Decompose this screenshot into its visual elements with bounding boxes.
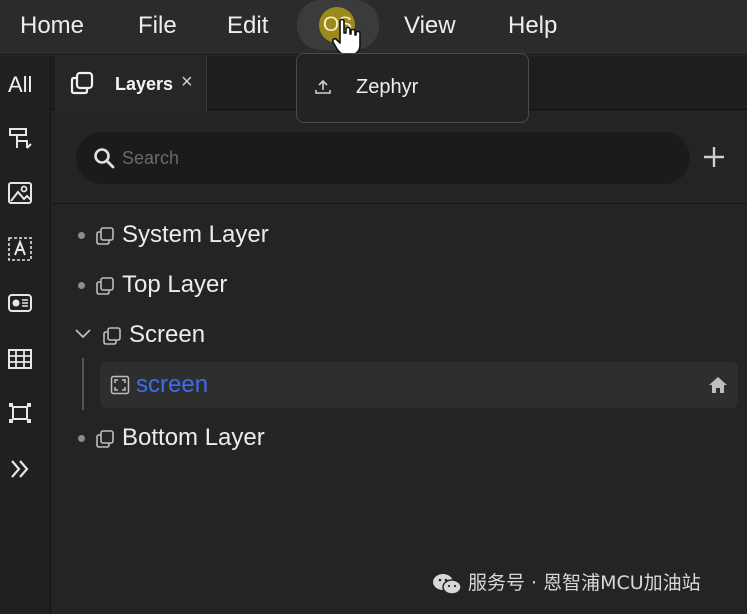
- table-icon[interactable]: [7, 346, 33, 372]
- tree-item-label: Top Layer: [122, 271, 228, 298]
- upload-icon: [315, 79, 331, 94]
- menu-bar: Home File Edit OS View Help: [0, 0, 747, 55]
- divider: [51, 203, 747, 204]
- bullet-dot: [78, 232, 85, 239]
- tree-item-label: System Layer: [122, 221, 269, 248]
- menu-file[interactable]: File: [138, 8, 177, 44]
- search-bar: [76, 132, 690, 184]
- chevron-down-icon[interactable]: [74, 327, 92, 341]
- dropdown-item-zephyr[interactable]: Zephyr: [297, 68, 528, 108]
- tab-layers-label: Layers: [115, 74, 174, 94]
- tree-item-label: Screen: [129, 321, 206, 348]
- left-rail: All: [0, 56, 51, 614]
- widget-icon[interactable]: [7, 126, 33, 152]
- tree-item-screen[interactable]: screen: [100, 362, 738, 408]
- menu-os-label: OS: [319, 7, 355, 43]
- menu-os[interactable]: OS: [297, 0, 379, 50]
- tree-item-label: Bottom Layer: [122, 424, 265, 451]
- search-icon: [94, 148, 115, 169]
- screen-icon: [110, 375, 130, 395]
- watermark-text: 服务号 · 恩智浦MCU加油站: [468, 572, 701, 594]
- tree-item-label-selected: screen: [136, 371, 209, 398]
- watermark: 服务号 · 恩智浦MCU加油站: [432, 570, 701, 596]
- layer-icon: [96, 277, 114, 295]
- search-input[interactable]: [122, 142, 642, 174]
- os-dropdown: Zephyr: [296, 53, 529, 123]
- home-icon: [709, 377, 727, 393]
- close-icon[interactable]: ×: [181, 71, 193, 94]
- text-icon[interactable]: [7, 236, 33, 262]
- tree-indent-line: [82, 358, 84, 410]
- wechat-icon: [433, 573, 462, 595]
- rail-all[interactable]: All: [8, 72, 32, 98]
- bullet-dot: [78, 282, 85, 289]
- expand-icon[interactable]: [7, 456, 33, 482]
- add-icon[interactable]: [700, 143, 728, 171]
- dropdown-item-label: Zephyr: [356, 76, 419, 98]
- layer-icon: [96, 227, 114, 245]
- layers-icon: [70, 71, 94, 95]
- menu-edit[interactable]: Edit: [227, 8, 268, 44]
- menu-home[interactable]: Home: [20, 8, 84, 44]
- bullet-dot: [78, 435, 85, 442]
- menu-help[interactable]: Help: [508, 8, 557, 44]
- layer-icon: [103, 327, 121, 345]
- component-icon[interactable]: [7, 400, 33, 426]
- media-icon[interactable]: [7, 290, 33, 316]
- layer-icon: [96, 430, 114, 448]
- menu-view[interactable]: View: [404, 8, 456, 44]
- image-icon[interactable]: [7, 180, 33, 206]
- tab-layers[interactable]: Layers ×: [55, 56, 207, 111]
